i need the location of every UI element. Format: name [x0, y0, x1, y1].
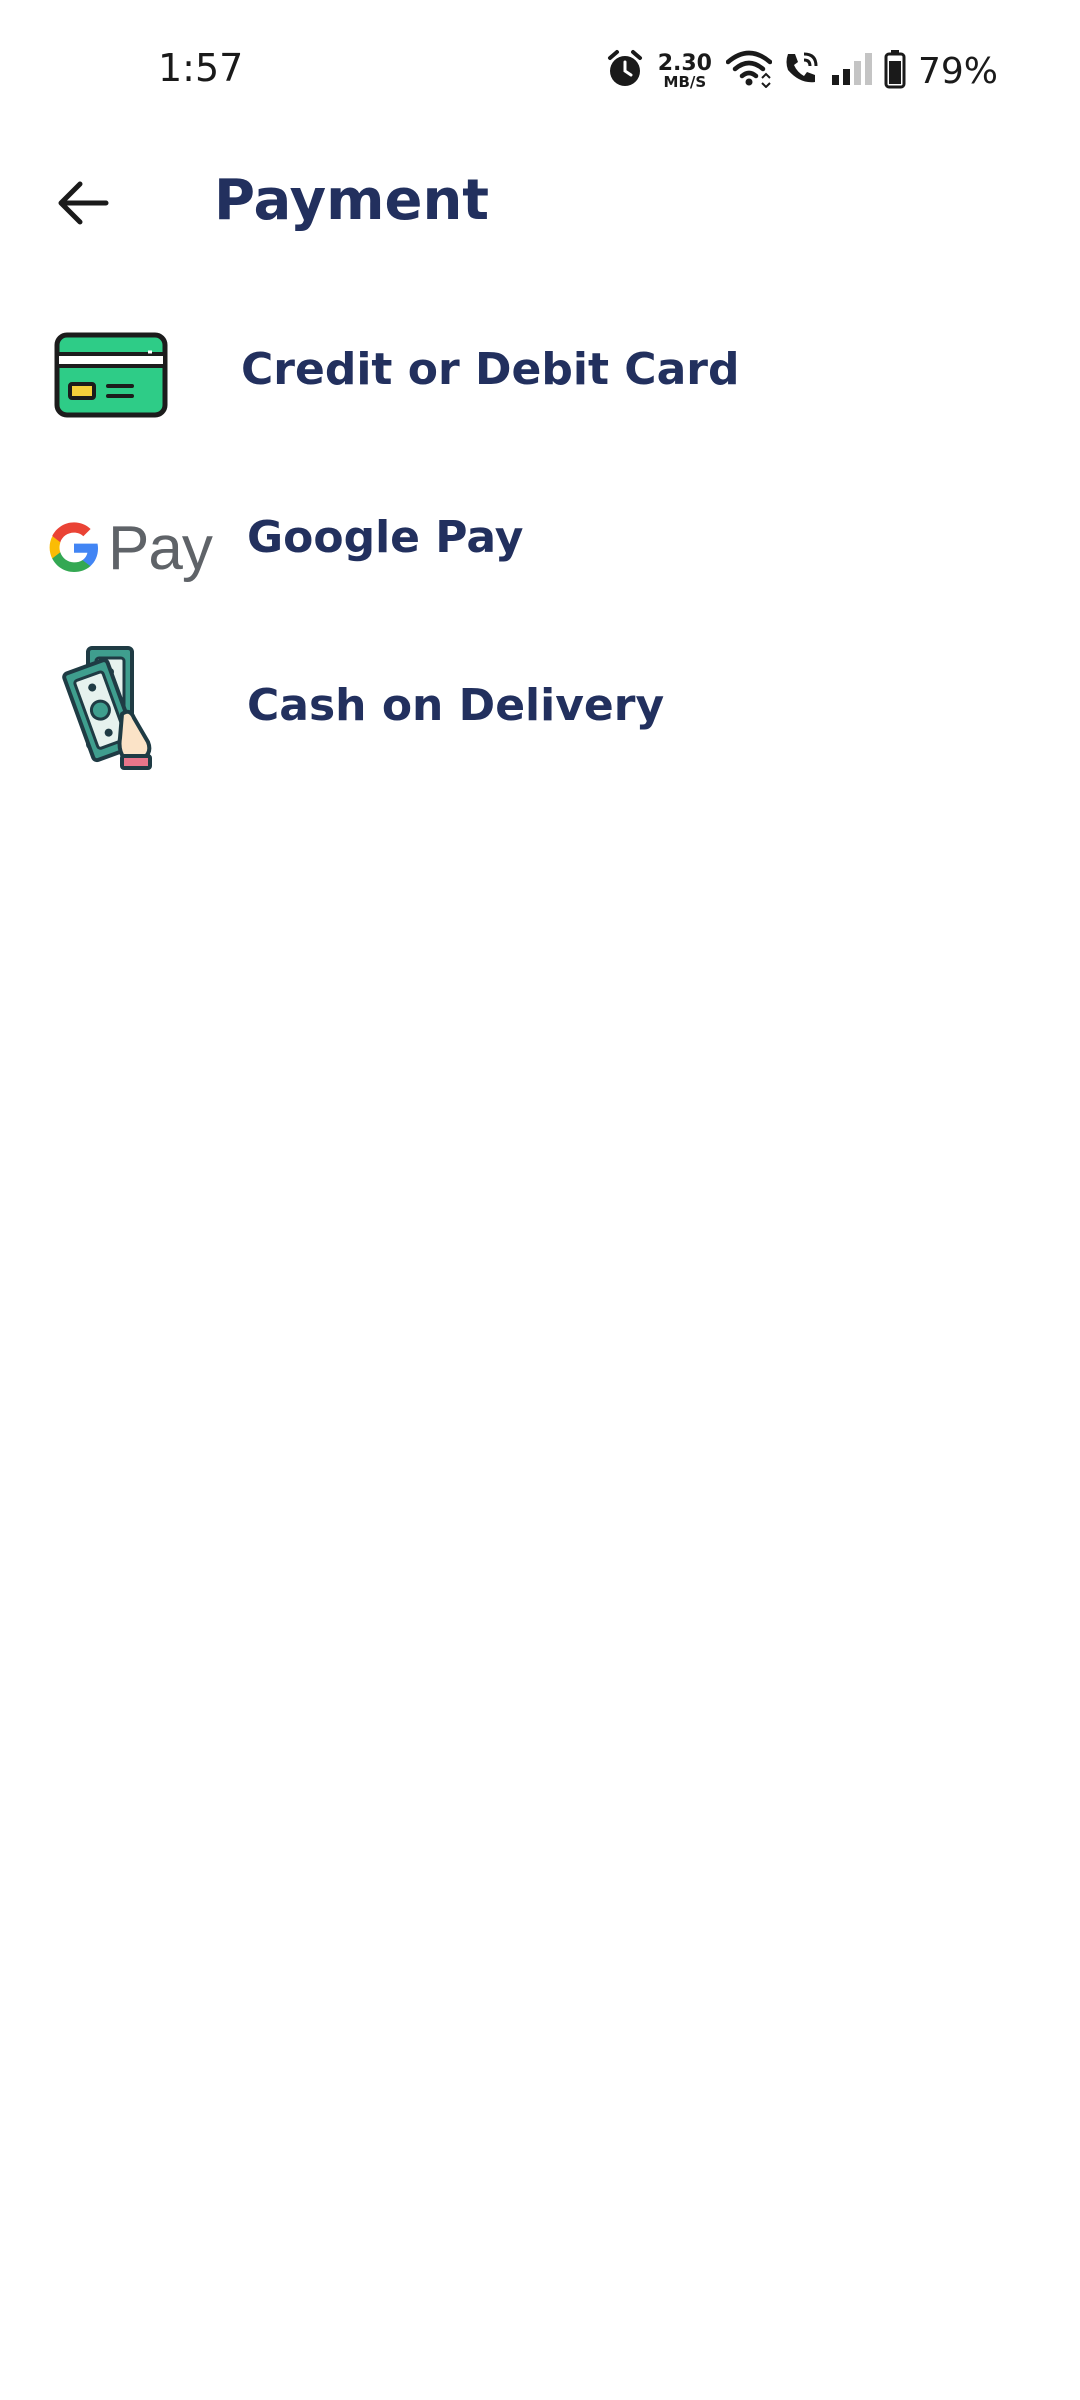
- battery-percent: 79%: [917, 50, 998, 92]
- payment-method-list: Credit or Debit Card Pay Google Pay Cash…: [0, 300, 1080, 804]
- network-speed: 2.30 MB/S: [657, 50, 712, 91]
- network-speed-unit: MB/S: [663, 72, 707, 91]
- status-bar: 1:57 2.30 MB/S 79%: [0, 0, 1080, 140]
- credit-card-icon: [54, 332, 168, 418]
- app-header: Payment: [0, 150, 1080, 260]
- payment-option-google-pay[interactable]: Pay Google Pay: [0, 468, 1080, 636]
- payment-option-label: Cash on Delivery: [247, 680, 665, 731]
- status-time: 1:57: [158, 46, 244, 90]
- arrow-left-icon: [56, 180, 110, 231]
- battery-icon: [884, 49, 906, 94]
- alarm-icon: [606, 49, 644, 94]
- status-icons: 2.30 MB/S 79%: [606, 48, 998, 94]
- payment-option-cash-on-delivery[interactable]: Cash on Delivery: [0, 636, 1080, 804]
- google-pay-logo-text: Pay: [108, 513, 213, 583]
- page-title: Payment: [214, 168, 490, 233]
- payment-option-card[interactable]: Credit or Debit Card: [0, 300, 1080, 468]
- payment-screen: 1:57 2.30 MB/S 79% Payment Credit or Deb…: [0, 0, 1080, 2400]
- signal-icon: [830, 51, 874, 92]
- network-speed-value: 2.30: [657, 50, 712, 76]
- wifi-calling-icon: [782, 50, 820, 93]
- payment-option-label: Google Pay: [247, 512, 524, 563]
- back-button[interactable]: [48, 172, 118, 238]
- payment-option-label: Credit or Debit Card: [241, 344, 740, 395]
- wifi-icon: [725, 50, 773, 93]
- google-pay-logo: Pay: [46, 508, 213, 588]
- google-g-icon: [49, 522, 98, 572]
- cash-in-hand-icon: [60, 644, 160, 770]
